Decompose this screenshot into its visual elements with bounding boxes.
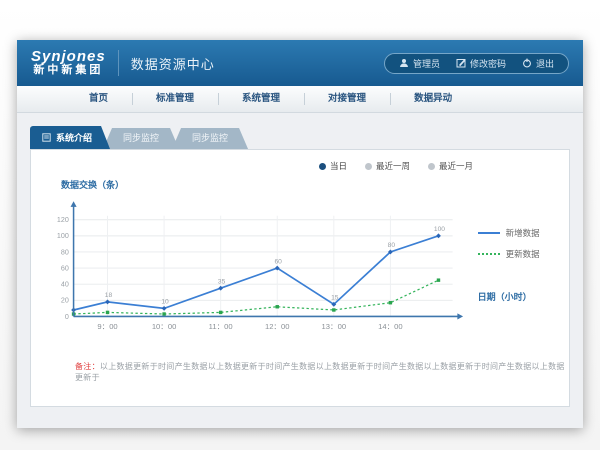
svg-text:9：00: 9：00 — [97, 322, 117, 331]
nav-item-home[interactable]: 首页 — [65, 86, 132, 112]
change-password-button[interactable]: 修改密码 — [456, 57, 506, 70]
legend-new-data-label: 新增数据 — [506, 227, 540, 239]
logout-button[interactable]: 退出 — [522, 57, 554, 70]
svg-text:18: 18 — [105, 292, 113, 299]
radio-last-week-label: 最近一周 — [376, 160, 410, 172]
tab-system-intro[interactable]: 系统介绍 — [30, 126, 110, 149]
radio-today-label: 当日 — [330, 160, 347, 172]
tab-sync-monitor-2[interactable]: 同步监控 — [172, 128, 248, 149]
tab-label: 系统介绍 — [56, 131, 92, 144]
main-nav: 首页 标准管理 系统管理 对接管理 数据异动 — [17, 86, 583, 113]
nav-item-data-changes[interactable]: 数据异动 — [390, 86, 476, 112]
svg-text:60: 60 — [61, 264, 69, 272]
svg-text:13：00: 13：00 — [322, 322, 347, 331]
chart-legend: 新增数据 更新数据 — [478, 227, 569, 260]
radio-last-month-label: 最近一月 — [439, 160, 473, 172]
user-icon — [399, 58, 409, 68]
svg-text:14：00: 14：00 — [378, 322, 403, 331]
svg-text:100: 100 — [434, 226, 445, 233]
power-icon — [522, 58, 532, 68]
legend-update-data-label: 更新数据 — [506, 248, 540, 260]
dotted-line-icon — [478, 253, 500, 255]
user-actions: 管理员 修改密码 退出 — [384, 53, 569, 74]
app-window: Synjones 新中新集团 数据资源中心 管理员 修改密码 — [17, 40, 583, 428]
radio-last-month[interactable]: 最近一月 — [428, 160, 473, 172]
header-divider — [118, 50, 119, 76]
change-password-label: 修改密码 — [470, 57, 506, 70]
chart-row: 0 20 40 60 80 100 120 9：00 10：00 11：00 12：00 13：00 1… — [31, 193, 569, 337]
svg-text:60: 60 — [274, 258, 282, 265]
svg-text:20: 20 — [61, 297, 69, 305]
svg-text:11：00: 11：00 — [209, 322, 233, 331]
current-user-button[interactable]: 管理员 — [399, 57, 440, 70]
legend-new-data[interactable]: 新增数据 — [478, 227, 569, 239]
svg-text:40: 40 — [61, 281, 69, 289]
chart-side-panel: 新增数据 更新数据 日期（小时） — [474, 193, 569, 337]
svg-text:100: 100 — [57, 232, 69, 240]
svg-text:15: 15 — [331, 295, 339, 302]
footnote: 备注：以上数据更新于时间产生数据以上数据更新于时间产生数据以上数据更新于时间产生… — [75, 361, 569, 383]
svg-text:10：00: 10：00 — [152, 322, 177, 331]
logo-text-en: Synjones — [31, 49, 106, 65]
logout-label: 退出 — [536, 57, 554, 70]
radio-dot-icon — [365, 163, 372, 170]
solid-line-icon — [478, 232, 500, 234]
tab-sync-monitor-1[interactable]: 同步监控 — [103, 128, 179, 149]
footnote-label: 备注： — [75, 362, 100, 371]
current-user-label: 管理员 — [413, 57, 440, 70]
svg-text:35: 35 — [218, 278, 226, 285]
svg-text:12：00: 12：00 — [265, 322, 290, 331]
radio-today[interactable]: 当日 — [319, 160, 347, 172]
content-area: 系统介绍 同步监控 同步监控 当日 最近一周 — [17, 113, 583, 407]
radio-dot-icon — [319, 163, 326, 170]
svg-text:120: 120 — [57, 216, 69, 224]
tab-bar: 系统介绍 同步监控 同步监控 — [30, 126, 583, 149]
edit-icon — [456, 58, 466, 68]
company-logo: Synjones 新中新集团 — [31, 49, 106, 76]
desktop-background: Synjones 新中新集团 数据资源中心 管理员 修改密码 — [0, 0, 600, 450]
svg-text:0: 0 — [65, 313, 69, 321]
radio-last-week[interactable]: 最近一周 — [365, 160, 410, 172]
x-axis-title: 日期（小时） — [478, 290, 569, 303]
document-icon — [42, 133, 51, 142]
app-header: Synjones 新中新集团 数据资源中心 管理员 修改密码 — [17, 40, 583, 86]
svg-text:80: 80 — [388, 242, 396, 249]
radio-dot-icon — [428, 163, 435, 170]
y-axis-title: 数据交换（条） — [61, 178, 569, 191]
chart-card: 当日 最近一周 最近一月 数据交换（条） 0 20 40 60 80 100 120 9：00… — [30, 149, 570, 407]
exchange-line-chart: 0 20 40 60 80 100 120 9：00 10：00 11：00 12：00 13：00 1… — [45, 193, 474, 337]
legend-update-data[interactable]: 更新数据 — [478, 248, 569, 260]
footnote-text: 以上数据更新于时间产生数据以上数据更新于时间产生数据以上数据更新于时间产生数据以… — [75, 362, 565, 382]
period-filter: 当日 最近一周 最近一月 — [31, 160, 569, 172]
logo-text-cn: 新中新集团 — [33, 65, 103, 77]
nav-item-system-management[interactable]: 系统管理 — [218, 86, 304, 112]
svg-text:80: 80 — [61, 248, 69, 256]
nav-item-standard-management[interactable]: 标准管理 — [132, 86, 218, 112]
nav-item-integration-management[interactable]: 对接管理 — [304, 86, 390, 112]
page-title: 数据资源中心 — [131, 54, 215, 73]
svg-text:10: 10 — [161, 299, 169, 306]
